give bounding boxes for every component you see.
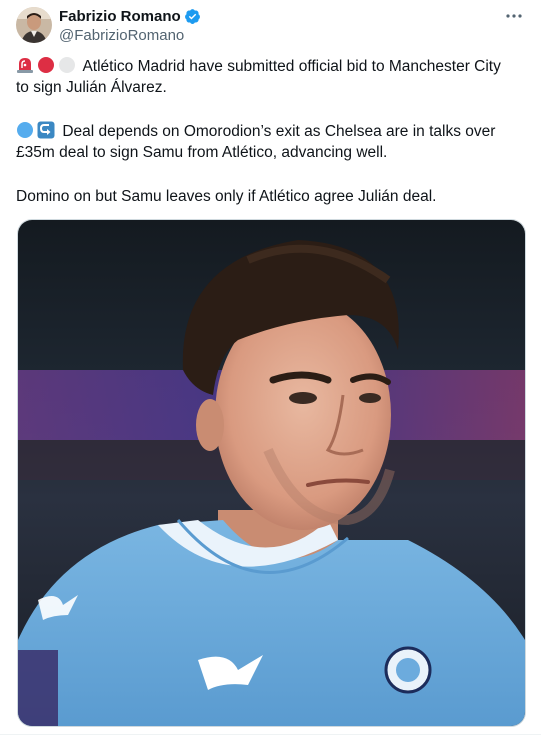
tweet-line: Deal depends on Omorodion’s exit as Chel… (16, 121, 521, 142)
more-options-button[interactable] (501, 6, 527, 26)
tweet-paragraph-1: Atlético Madrid have submitted official … (16, 56, 521, 98)
tweet-text: Deal depends on Omorodion’s exit as Chel… (62, 123, 496, 140)
player-photo (18, 220, 525, 726)
tweet-text: Domino on but Samu leaves only if Atléti… (16, 188, 437, 205)
avatar[interactable] (16, 7, 52, 43)
author-name[interactable]: Fabrizio Romano (59, 8, 181, 25)
tweet-text: to sign Julián Álvarez. (16, 79, 167, 96)
tweet-text: £35m deal to sign Samu from Atlético, ad… (16, 144, 388, 161)
tweet-paragraph-2: Deal depends on Omorodion’s exit as Chel… (16, 121, 521, 163)
tweet-card: Fabrizio Romano @FabrizioRomano Atlético… (0, 0, 541, 735)
white-circle-emoji (59, 57, 75, 73)
tweet-paragraph-3: Domino on but Samu leaves only if Atléti… (16, 186, 521, 207)
tweet-text: Atlético Madrid have submitted official … (82, 58, 501, 75)
tweet-line: Atlético Madrid have submitted official … (16, 56, 521, 77)
tweet-media-photo[interactable] (17, 219, 526, 727)
author-handle[interactable]: @FabrizioRomano (59, 27, 184, 44)
rotating-light-emoji (17, 58, 33, 73)
verified-badge-icon (184, 8, 201, 25)
more-horizontal-icon (506, 14, 522, 18)
blue-circle-emoji (17, 122, 33, 138)
avatar-image (16, 7, 52, 43)
author-name-row: Fabrizio Romano (59, 8, 201, 25)
leftwards-hook-arrow-emoji (37, 121, 55, 139)
red-circle-emoji (38, 57, 54, 73)
